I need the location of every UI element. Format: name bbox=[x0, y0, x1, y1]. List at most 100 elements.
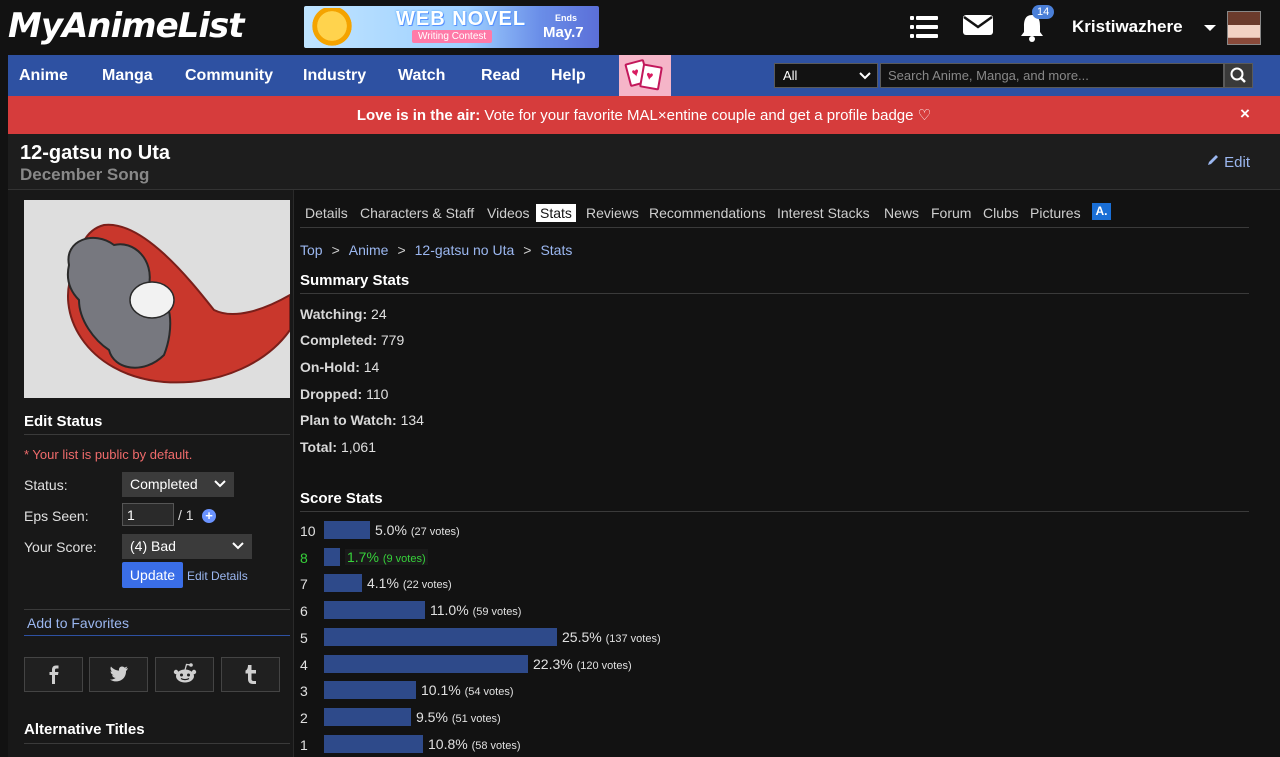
score-select[interactable]: (4) Bad bbox=[122, 534, 252, 559]
page-title: 12-gatsu no Uta bbox=[20, 142, 171, 164]
tab-interest-stacks[interactable]: Interest Stacks bbox=[777, 205, 870, 221]
score-value: 7 bbox=[300, 576, 308, 592]
score-percent: 5.0% (27 votes) bbox=[375, 522, 460, 538]
edit-details-link[interactable]: Edit Details bbox=[187, 569, 248, 583]
valentine-event-icon[interactable] bbox=[619, 55, 671, 96]
nav-help[interactable]: Help bbox=[551, 67, 586, 85]
breadcrumb-title[interactable]: 12-gatsu no Uta bbox=[415, 242, 515, 258]
site-header: MyAnimeList WEB NOVEL Writing Contest En… bbox=[0, 0, 1280, 55]
stat-dropped: Dropped: 110 bbox=[300, 386, 389, 402]
nav-read[interactable]: Read bbox=[481, 67, 520, 85]
score-row-6: 6 11.0% (59 votes) bbox=[300, 601, 900, 621]
nav-anime[interactable]: Anime bbox=[19, 67, 68, 85]
status-label: Status: bbox=[24, 477, 68, 493]
banner-subtitle: Writing Contest bbox=[412, 30, 493, 43]
score-row-8: 8 1.7% (9 votes) bbox=[300, 548, 900, 568]
score-percent: 10.1% (54 votes) bbox=[421, 682, 514, 698]
announcement-banner[interactable]: Love is in the air: Vote for your favori… bbox=[8, 96, 1280, 134]
your-score-label: Your Score: bbox=[24, 539, 97, 555]
tab-pictures[interactable]: Pictures bbox=[1030, 205, 1081, 221]
facebook-share-button[interactable] bbox=[24, 657, 83, 692]
breadcrumb-top[interactable]: Top bbox=[300, 242, 323, 258]
stat-total: Total: 1,061 bbox=[300, 439, 377, 455]
divider bbox=[24, 434, 290, 435]
breadcrumb-anime[interactable]: Anime bbox=[349, 242, 389, 258]
score-value: 8 bbox=[300, 550, 308, 566]
web-novel-banner[interactable]: WEB NOVEL Writing Contest Ends May.7 bbox=[304, 6, 599, 48]
twitter-share-button[interactable] bbox=[89, 657, 148, 692]
score-bar bbox=[324, 708, 411, 726]
score-value: 5 bbox=[300, 630, 308, 646]
plus-icon[interactable]: + bbox=[202, 509, 216, 523]
stat-on-hold: On-Hold: 14 bbox=[300, 359, 380, 375]
tab-details[interactable]: Details bbox=[305, 205, 348, 221]
alternative-titles-heading: Alternative Titles bbox=[24, 721, 145, 738]
search-scope-select[interactable]: All bbox=[774, 63, 878, 88]
tab-reviews[interactable]: Reviews bbox=[586, 205, 639, 221]
list-icon[interactable] bbox=[908, 12, 942, 42]
avatar[interactable] bbox=[1227, 11, 1261, 45]
nav-community[interactable]: Community bbox=[185, 67, 273, 85]
twitter-icon bbox=[109, 666, 128, 682]
score-row-1: 1 10.8% (58 votes) bbox=[300, 735, 900, 755]
score-row-3: 3 10.1% (54 votes) bbox=[300, 681, 900, 701]
tumblr-share-button[interactable] bbox=[221, 657, 280, 692]
score-percent: 4.1% (22 votes) bbox=[367, 575, 452, 591]
chevron-down-icon bbox=[232, 536, 244, 557]
search-button[interactable] bbox=[1224, 63, 1253, 88]
close-icon[interactable]: × bbox=[1240, 104, 1250, 124]
update-button[interactable]: Update bbox=[122, 562, 183, 588]
anilist-logo-icon[interactable]: A. bbox=[1092, 203, 1111, 220]
search-scope-value: All bbox=[783, 68, 798, 83]
stat-watching: Watching: 24 bbox=[300, 306, 387, 322]
score-votes: (137 votes) bbox=[605, 633, 661, 645]
score-bar bbox=[324, 735, 423, 753]
score-votes: (59 votes) bbox=[472, 606, 522, 618]
score-bar bbox=[324, 681, 416, 699]
public-list-note: * Your list is public by default. bbox=[24, 447, 193, 462]
banner-ends-date: May.7 bbox=[543, 24, 584, 41]
score-row-7: 7 4.1% (22 votes) bbox=[300, 574, 900, 594]
search-input[interactable]: Search Anime, Manga, and more... bbox=[880, 63, 1224, 88]
breadcrumb-stats[interactable]: Stats bbox=[540, 242, 572, 258]
tab-stats[interactable]: Stats bbox=[536, 204, 576, 222]
title-bar bbox=[8, 134, 1280, 190]
site-logo[interactable]: MyAnimeList bbox=[8, 6, 244, 46]
score-votes: (58 votes) bbox=[471, 740, 521, 752]
score-value: 6 bbox=[300, 603, 308, 619]
mail-icon[interactable] bbox=[962, 12, 996, 42]
tumblr-icon bbox=[245, 665, 256, 684]
score-bar bbox=[324, 574, 362, 592]
reddit-icon bbox=[173, 663, 196, 683]
divider bbox=[24, 743, 290, 744]
facebook-icon bbox=[49, 665, 58, 684]
add-to-favorites-link[interactable]: Add to Favorites bbox=[27, 615, 129, 631]
score-votes: (54 votes) bbox=[464, 686, 514, 698]
score-row-10: 10 5.0% (27 votes) bbox=[300, 521, 900, 541]
banner-ends-label: Ends bbox=[555, 13, 578, 23]
nav-watch[interactable]: Watch bbox=[398, 67, 445, 85]
tab-clubs[interactable]: Clubs bbox=[983, 205, 1019, 221]
chevron-down-icon[interactable] bbox=[1204, 25, 1216, 31]
announcement-bold: Love is in the air: bbox=[356, 107, 481, 124]
summary-stats-heading: Summary Stats bbox=[300, 272, 410, 289]
tab-characters-staff[interactable]: Characters & Staff bbox=[360, 205, 474, 221]
score-row-4: 4 22.3% (120 votes) bbox=[300, 655, 900, 675]
reddit-share-button[interactable] bbox=[155, 657, 214, 692]
nav-industry[interactable]: Industry bbox=[303, 67, 366, 85]
tab-recommendations[interactable]: Recommendations bbox=[649, 205, 766, 221]
breadcrumb: Top > Anime >12-gatsu no Uta > Stats bbox=[300, 242, 573, 258]
score-votes: (27 votes) bbox=[410, 526, 460, 538]
score-bar bbox=[324, 655, 528, 673]
username[interactable]: Kristiwazhere bbox=[1072, 17, 1183, 37]
eps-seen-input[interactable]: 1 bbox=[122, 503, 174, 526]
edit-link[interactable]: Edit bbox=[1206, 153, 1250, 171]
nav-manga[interactable]: Manga bbox=[102, 67, 153, 85]
tab-forum[interactable]: Forum bbox=[931, 205, 971, 221]
status-select[interactable]: Completed bbox=[122, 472, 234, 497]
anime-cover-image[interactable] bbox=[24, 200, 290, 398]
tab-news[interactable]: News bbox=[884, 205, 919, 221]
tab-videos[interactable]: Videos bbox=[487, 205, 530, 221]
score-row-2: 2 9.5% (51 votes) bbox=[300, 708, 900, 728]
divider bbox=[24, 609, 290, 610]
